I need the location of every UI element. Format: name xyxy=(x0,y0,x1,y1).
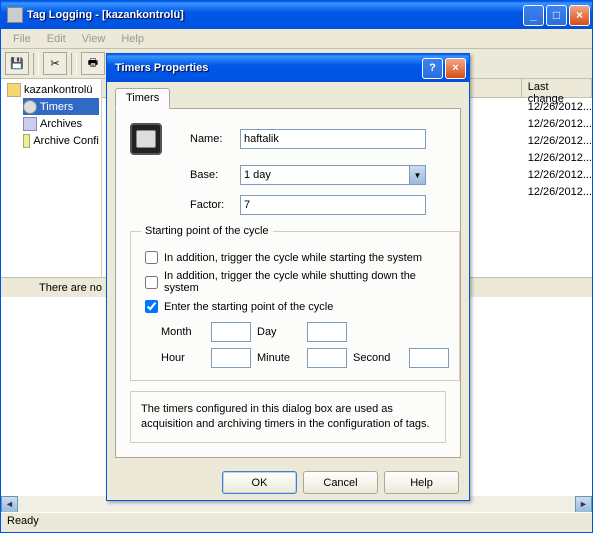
cut-button[interactable]: ✂ xyxy=(43,52,67,75)
hour-label: Hour xyxy=(161,352,205,364)
menu-file[interactable]: File xyxy=(5,31,39,47)
menu-help[interactable]: Help xyxy=(113,31,152,47)
trigger-shutdown-checkbox[interactable] xyxy=(145,276,158,289)
help-button[interactable]: Help xyxy=(384,471,459,494)
dialog-titlebar[interactable]: Timers Properties ? × xyxy=(107,54,469,82)
group-legend: Starting point of the cycle xyxy=(141,225,273,237)
toolbar-separator xyxy=(71,53,77,75)
menubar: File Edit View Help xyxy=(1,29,592,49)
tree-panel[interactable]: kazankontrolü Timers Archives Archive Co… xyxy=(1,79,102,277)
scroll-left-button[interactable]: ◄ xyxy=(1,496,18,513)
dialog-close-button[interactable]: × xyxy=(445,58,466,79)
main-titlebar[interactable]: Tag Logging - [kazankontrolü] _ □ × xyxy=(1,1,592,29)
scroll-right-button[interactable]: ► xyxy=(575,496,592,513)
dialog-tabstrip: Timers xyxy=(115,88,461,109)
row-date: 12/26/2012... xyxy=(522,186,592,198)
row-date: 12/26/2012... xyxy=(522,118,592,130)
factor-label: Factor: xyxy=(190,199,240,211)
month-label: Month xyxy=(161,326,205,338)
tab-page: Name: Base: ▼ Factor: Starting point of … xyxy=(115,109,461,458)
tree-root-label: kazankontrolü xyxy=(24,84,93,96)
maximize-button[interactable]: □ xyxy=(546,5,567,26)
dialog-body: Timers Name: Base: ▼ Factor: Starting po… xyxy=(107,82,469,466)
save-button[interactable]: 💾 xyxy=(5,52,29,75)
status-text: Ready xyxy=(7,515,39,527)
row-date: 12/26/2012... xyxy=(522,169,592,181)
dropdown-arrow-icon[interactable]: ▼ xyxy=(409,165,426,185)
dialog-title: Timers Properties xyxy=(115,62,422,74)
factor-field[interactable] xyxy=(240,195,426,215)
hour-field[interactable] xyxy=(211,348,251,368)
second-label: Second xyxy=(353,352,403,364)
close-button[interactable]: × xyxy=(569,5,590,26)
clock-icon xyxy=(23,100,37,114)
ok-button[interactable]: OK xyxy=(222,471,297,494)
minimize-button[interactable]: _ xyxy=(523,5,544,26)
window-title: Tag Logging - [kazankontrolü] xyxy=(27,9,523,21)
day-field[interactable] xyxy=(307,322,347,342)
stopwatch-icon xyxy=(130,123,162,155)
tree-root[interactable]: kazankontrolü xyxy=(7,81,99,98)
message-text: There are no xyxy=(39,282,102,294)
base-value[interactable] xyxy=(240,165,409,185)
tab-timers[interactable]: Timers xyxy=(115,88,170,109)
row-date: 12/26/2012... xyxy=(522,152,592,164)
dialog-button-row: OK Cancel Help xyxy=(107,466,469,500)
col-last-change[interactable]: Last change xyxy=(522,79,592,97)
name-field[interactable] xyxy=(240,129,426,149)
config-icon xyxy=(23,134,30,148)
tree-archives-label: Archives xyxy=(40,118,82,130)
folder-icon xyxy=(7,83,21,97)
dialog-help-button[interactable]: ? xyxy=(422,58,443,79)
info-note: The timers configured in this dialog box… xyxy=(130,391,446,443)
enter-start-checkbox[interactable] xyxy=(145,300,158,313)
base-label: Base: xyxy=(190,169,240,181)
printer-icon: 🖶 xyxy=(88,54,98,73)
timers-properties-dialog: Timers Properties ? × Timers Name: Base:… xyxy=(106,53,470,501)
minute-field[interactable] xyxy=(307,348,347,368)
name-label: Name: xyxy=(190,133,240,145)
trigger-shutdown-label: In addition, trigger the cycle while shu… xyxy=(164,270,449,294)
tree-timers-label: Timers xyxy=(40,101,73,113)
archive-icon xyxy=(23,117,37,131)
tree-config[interactable]: Archive Confi xyxy=(23,132,99,149)
toolbar-separator xyxy=(33,53,39,75)
tree-config-label: Archive Confi xyxy=(33,135,98,147)
cancel-button[interactable]: Cancel xyxy=(303,471,378,494)
scissors-icon: ✂ xyxy=(50,57,59,70)
second-field[interactable] xyxy=(409,348,449,368)
minute-label: Minute xyxy=(257,352,301,364)
print-button[interactable]: 🖶 xyxy=(81,52,105,75)
tree-archives[interactable]: Archives xyxy=(23,115,99,132)
app-icon xyxy=(7,7,23,23)
starting-point-group: Starting point of the cycle In addition,… xyxy=(130,225,460,381)
day-label: Day xyxy=(257,326,301,338)
menu-view[interactable]: View xyxy=(74,31,114,47)
floppy-icon: 💾 xyxy=(10,57,24,70)
tree-timers[interactable]: Timers xyxy=(23,98,99,115)
trigger-start-label: In addition, trigger the cycle while sta… xyxy=(164,252,422,264)
trigger-start-checkbox[interactable] xyxy=(145,251,158,264)
row-date: 12/26/2012... xyxy=(522,101,592,113)
status-bar: Ready xyxy=(1,512,592,532)
row-date: 12/26/2012... xyxy=(522,135,592,147)
enter-start-label: Enter the starting point of the cycle xyxy=(164,301,333,313)
month-field[interactable] xyxy=(211,322,251,342)
menu-edit[interactable]: Edit xyxy=(39,31,74,47)
base-dropdown[interactable]: ▼ xyxy=(240,165,426,185)
